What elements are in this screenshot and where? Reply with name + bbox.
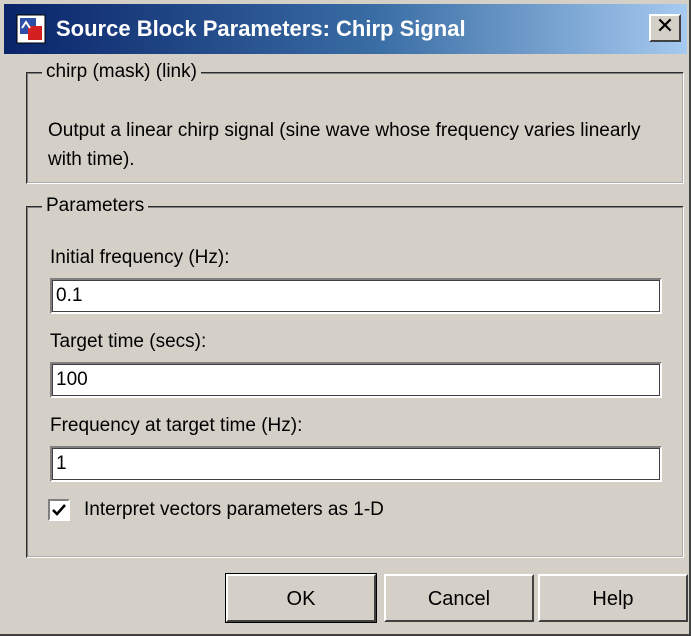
target-time-label: Target time (secs):: [50, 331, 207, 352]
checkmark-icon: [52, 504, 66, 516]
close-icon[interactable]: ✕: [649, 14, 681, 42]
cancel-button[interactable]: Cancel: [384, 574, 534, 622]
interpret-1d-label: Interpret vectors parameters as 1-D: [84, 499, 384, 520]
initial-frequency-label: Initial frequency (Hz):: [50, 247, 230, 268]
initial-frequency-input[interactable]: [50, 278, 662, 314]
interpret-1d-checkbox[interactable]: [48, 499, 70, 521]
help-button[interactable]: Help: [538, 574, 688, 622]
window-title: Source Block Parameters: Chirp Signal: [56, 16, 466, 41]
title-bar[interactable]: Source Block Parameters: Chirp Signal ✕: [4, 4, 687, 54]
dialog-window: Source Block Parameters: Chirp Signal ✕ …: [0, 0, 691, 636]
ok-button[interactable]: OK: [225, 573, 377, 623]
target-frequency-label: Frequency at target time (Hz):: [50, 415, 303, 436]
target-time-input[interactable]: [50, 362, 662, 398]
mask-description-group: chirp (mask) (link) Output a linear chir…: [26, 61, 684, 184]
block-description: Output a linear chirp signal (sine wave …: [48, 120, 641, 170]
simulink-block-icon: [16, 14, 46, 44]
parameters-legend: Parameters: [42, 195, 149, 217]
mask-legend: chirp (mask) (link): [42, 61, 201, 83]
parameters-group: Parameters Initial frequency (Hz): Targe…: [26, 195, 684, 558]
target-frequency-input[interactable]: [50, 446, 662, 482]
